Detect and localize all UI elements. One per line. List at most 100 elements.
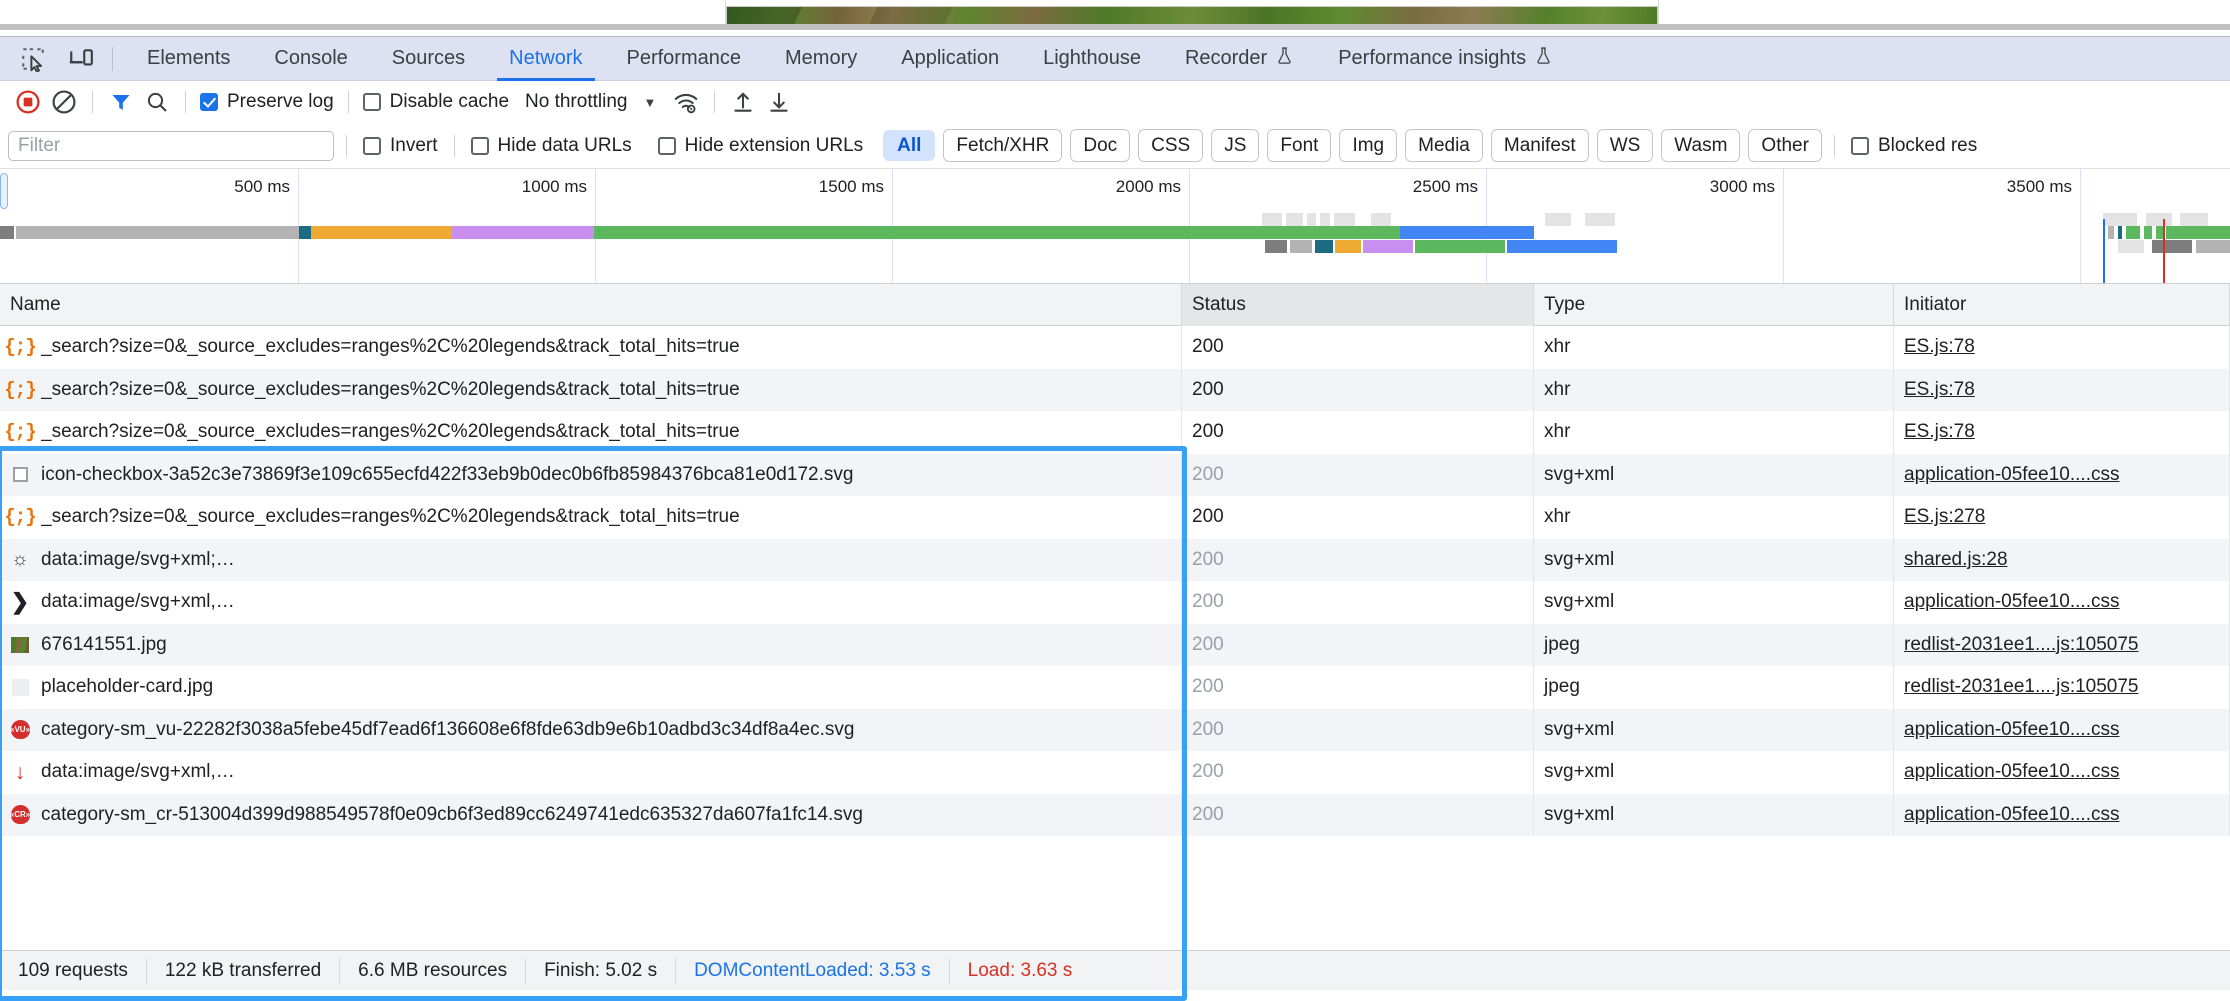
column-header-status[interactable]: Status [1182,284,1534,326]
column-header-name[interactable]: Name [0,284,1182,326]
type-filter-doc[interactable]: Doc [1070,129,1130,163]
tab-console[interactable]: Console [252,37,369,81]
tab-performance[interactable]: Performance [605,37,764,81]
initiator-link[interactable]: application-05fee10....css [1904,719,2119,741]
request-initiator-cell[interactable]: ES.js:278 [1894,496,2230,539]
hide-extension-urls-checkbox[interactable]: Hide extension URLs [654,135,867,157]
column-header-type[interactable]: Type [1534,284,1894,326]
initiator-link[interactable]: ES.js:78 [1904,379,1975,401]
tab-memory[interactable]: Memory [763,37,879,81]
table-row[interactable]: {;}_search?size=0&_source_excludes=range… [0,411,2230,454]
request-name-cell[interactable]: 676141551.jpg [0,624,1182,667]
table-row[interactable]: {;}_search?size=0&_source_excludes=range… [0,369,2230,412]
hide-data-urls-box[interactable] [471,137,489,155]
request-name-cell[interactable]: {;}_search?size=0&_source_excludes=range… [0,326,1182,369]
page-horizontal-scrollbar[interactable] [0,24,2230,30]
tab-network[interactable]: Network [487,37,604,81]
disable-cache-checkbox[interactable]: Disable cache [359,91,513,113]
filter-input[interactable] [8,131,334,161]
table-row[interactable]: «CR»category-sm_cr-513004d399d988549578f… [0,794,2230,837]
import-har-icon[interactable] [725,84,761,120]
preserve-log-box[interactable] [200,93,218,111]
tab-sources[interactable]: Sources [370,37,487,81]
type-filter-all[interactable]: All [883,130,935,162]
type-filter-media[interactable]: Media [1405,129,1483,163]
request-initiator-cell[interactable]: application-05fee10....css [1894,794,2230,837]
type-filter-font[interactable]: Font [1267,129,1331,163]
initiator-link[interactable]: application-05fee10....css [1904,761,2119,783]
invert-checkbox[interactable]: Invert [359,135,442,157]
network-overview[interactable]: 500 ms1000 ms1500 ms2000 ms2500 ms3000 m… [0,169,2230,284]
tab-performance-insights[interactable]: Performance insights [1316,37,1575,81]
initiator-link[interactable]: ES.js:278 [1904,506,1985,528]
type-filter-js[interactable]: JS [1211,129,1259,163]
tab-elements[interactable]: Elements [125,37,252,81]
disable-cache-box[interactable] [363,93,381,111]
preserve-log-checkbox[interactable]: Preserve log [196,91,338,113]
table-row[interactable]: {;}_search?size=0&_source_excludes=range… [0,496,2230,539]
type-filter-manifest[interactable]: Manifest [1491,129,1589,163]
record-stop-icon[interactable] [10,84,46,120]
tab-recorder[interactable]: Recorder [1163,37,1316,81]
table-row[interactable]: ↓data:image/svg+xml,…200svg+xmlapplicati… [0,751,2230,794]
request-name-cell[interactable]: ☼data:image/svg+xml;… [0,539,1182,582]
hide-extension-urls-box[interactable] [658,137,676,155]
request-initiator-cell[interactable]: application-05fee10....css [1894,454,2230,497]
type-filter-fetch-xhr[interactable]: Fetch/XHR [943,129,1062,163]
type-filter-ws[interactable]: WS [1597,129,1654,163]
initiator-link[interactable]: application-05fee10....css [1904,464,2119,486]
type-filter-other[interactable]: Other [1748,129,1822,163]
request-initiator-cell[interactable]: ES.js:78 [1894,326,2230,369]
throttling-select[interactable]: No throttling [525,91,627,113]
request-name-cell[interactable]: ❯data:image/svg+xml,… [0,581,1182,624]
request-initiator-cell[interactable]: ES.js:78 [1894,411,2230,454]
table-row[interactable]: 676141551.jpg200jpegredlist-2031ee1....j… [0,624,2230,667]
table-row[interactable]: ❯data:image/svg+xml,…200svg+xmlapplicati… [0,581,2230,624]
tab-application[interactable]: Application [879,37,1021,81]
request-initiator-cell[interactable]: redlist-2031ee1....js:105075 [1894,666,2230,709]
request-name-cell[interactable]: {;}_search?size=0&_source_excludes=range… [0,496,1182,539]
type-filter-css[interactable]: CSS [1138,129,1203,163]
request-name-cell[interactable]: «VU»category-sm_vu-22282f3038a5febe45df7… [0,709,1182,752]
initiator-link[interactable]: redlist-2031ee1....js:105075 [1904,634,2139,656]
table-row[interactable]: {;}_search?size=0&_source_excludes=range… [0,326,2230,369]
initiator-link[interactable]: application-05fee10....css [1904,804,2119,826]
chevron-down-icon[interactable]: ▼ [643,95,656,110]
table-row[interactable]: «VU»category-sm_vu-22282f3038a5febe45df7… [0,709,2230,752]
request-initiator-cell[interactable]: shared.js:28 [1894,539,2230,582]
search-icon[interactable] [139,84,175,120]
network-conditions-icon[interactable] [668,84,704,120]
overview-range-handle[interactable] [0,173,8,209]
initiator-link[interactable]: redlist-2031ee1....js:105075 [1904,676,2139,698]
initiator-link[interactable]: ES.js:78 [1904,421,1975,443]
export-har-icon[interactable] [761,84,797,120]
invert-box[interactable] [363,137,381,155]
inspect-element-icon[interactable] [14,40,52,78]
column-header-initiator[interactable]: Initiator [1894,284,2230,326]
type-filter-wasm[interactable]: Wasm [1661,129,1740,163]
request-initiator-cell[interactable]: ES.js:78 [1894,369,2230,412]
request-initiator-cell[interactable]: application-05fee10....css [1894,581,2230,624]
blocked-responses-box[interactable] [1851,137,1869,155]
request-initiator-cell[interactable]: application-05fee10....css [1894,709,2230,752]
initiator-link[interactable]: application-05fee10....css [1904,591,2119,613]
table-row[interactable]: placeholder-card.jpg200jpegredlist-2031e… [0,666,2230,709]
device-toolbar-icon[interactable] [62,40,100,78]
clear-icon[interactable] [46,84,82,120]
initiator-link[interactable]: shared.js:28 [1904,549,2008,571]
request-initiator-cell[interactable]: redlist-2031ee1....js:105075 [1894,624,2230,667]
request-name-cell[interactable]: ↓data:image/svg+xml,… [0,751,1182,794]
request-name-cell[interactable]: «CR»category-sm_cr-513004d399d988549578f… [0,794,1182,837]
request-name-cell[interactable]: icon-checkbox-3a52c3e73869f3e109c655ecfd… [0,454,1182,497]
request-initiator-cell[interactable]: application-05fee10....css [1894,751,2230,794]
request-name-cell[interactable]: placeholder-card.jpg [0,666,1182,709]
table-row[interactable]: ☼data:image/svg+xml;…200svg+xmlshared.js… [0,539,2230,582]
request-name-cell[interactable]: {;}_search?size=0&_source_excludes=range… [0,369,1182,412]
initiator-link[interactable]: ES.js:78 [1904,336,1975,358]
table-row[interactable]: icon-checkbox-3a52c3e73869f3e109c655ecfd… [0,454,2230,497]
type-filter-img[interactable]: Img [1339,129,1397,163]
tab-lighthouse[interactable]: Lighthouse [1021,37,1163,81]
hide-data-urls-checkbox[interactable]: Hide data URLs [467,135,636,157]
blocked-responses-checkbox[interactable]: Blocked res [1847,135,1981,157]
request-name-cell[interactable]: {;}_search?size=0&_source_excludes=range… [0,411,1182,454]
